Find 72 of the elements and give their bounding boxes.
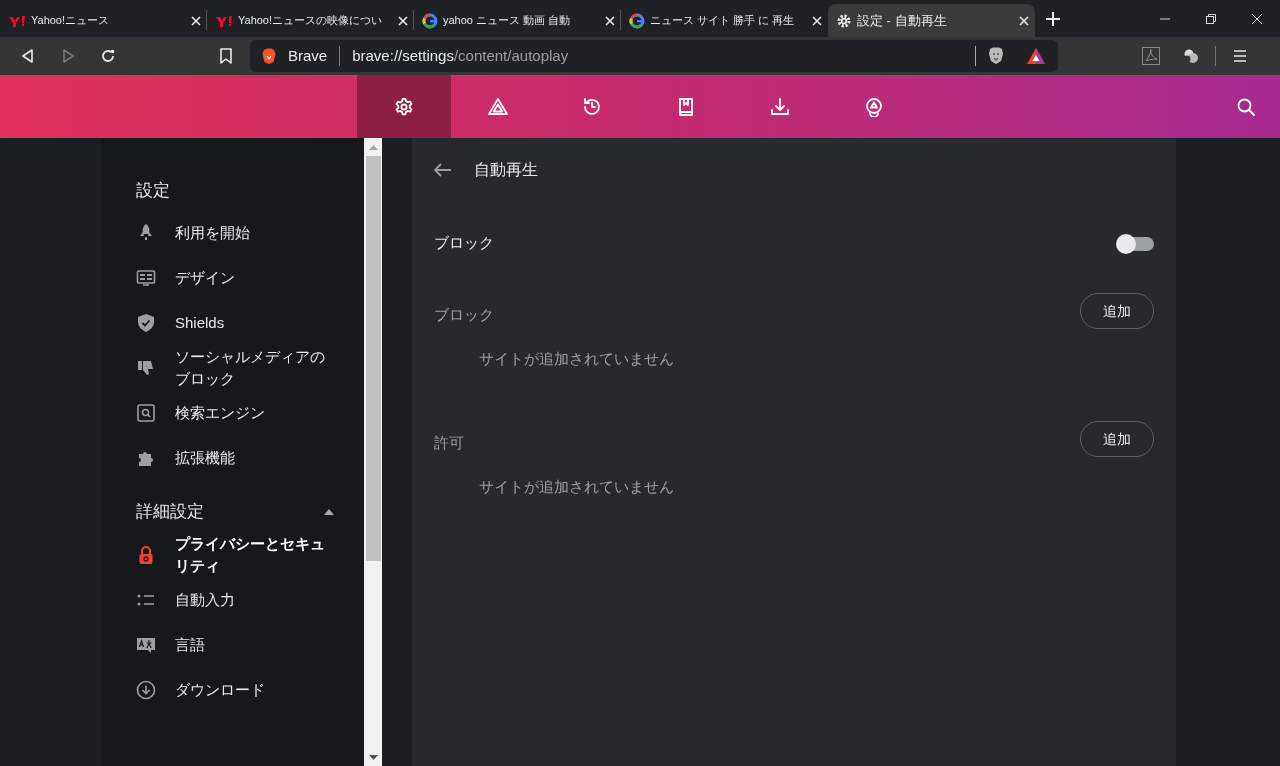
nav-tab[interactable] (357, 75, 451, 138)
wallet-icon (864, 96, 884, 117)
advanced-section-toggle[interactable]: 詳細設定 (136, 498, 334, 526)
pdf-icon[interactable] (1142, 47, 1160, 65)
close-icon[interactable] (605, 15, 615, 26)
browser-tab[interactable]: ニュース サイト 勝手 に 再生 (621, 4, 828, 37)
page-title: 自動再生 (474, 159, 538, 180)
sidebar-item[interactable]: ダウンロード (136, 667, 334, 712)
close-icon[interactable] (191, 15, 201, 26)
sidebar-item[interactable]: Shields (136, 300, 334, 345)
sidebar-item[interactable]: ソーシャルメディアのブロック (136, 345, 334, 390)
forward-icon[interactable] (60, 48, 76, 64)
sidebar-item[interactable]: 拡張機能 (136, 435, 334, 480)
shield-icon (136, 312, 156, 333)
menu-icon[interactable] (1232, 48, 1248, 64)
search-icon (136, 402, 156, 423)
address-bar[interactable]: Brave brave://settings/content/autoplay (250, 40, 1058, 72)
google-logo-icon (422, 12, 438, 29)
tab-title: Yahoo!ニュースの映像につい (238, 13, 383, 29)
scroll-down-icon[interactable] (368, 754, 378, 760)
triangle-icon (488, 96, 508, 117)
book-icon (676, 96, 696, 117)
back-icon[interactable] (20, 48, 36, 64)
sidebar-item[interactable]: デザイン (136, 255, 334, 300)
bookmark-icon[interactable] (218, 48, 234, 64)
gear-icon (836, 12, 852, 29)
empty-message: サイトが追加されていません (479, 350, 674, 367)
triangle-logo-icon[interactable] (1026, 47, 1046, 65)
site-label: Brave (288, 45, 328, 66)
yahoo-logo-icon (8, 14, 26, 27)
tab-title: 設定 - 自動再生 (857, 11, 947, 30)
toggle-switch[interactable] (1118, 236, 1154, 251)
setting-label: ブロック (434, 233, 494, 254)
tab-title: Yahoo!ニュース (31, 13, 110, 29)
restore-icon[interactable] (1206, 13, 1216, 24)
yahoo-logo-icon (215, 14, 233, 27)
list-heading: ブロック (434, 304, 494, 325)
sidebar-item[interactable]: 利用を開始 (136, 210, 334, 255)
empty-message: サイトが追加されていません (479, 478, 674, 495)
scrollbar-thumb[interactable] (365, 156, 381, 561)
reload-icon[interactable] (100, 48, 116, 64)
close-icon[interactable] (1019, 15, 1029, 26)
scrollbar[interactable] (364, 138, 382, 766)
balls-icon[interactable] (1182, 47, 1200, 65)
tab-title: yahoo ニュース 動画 自動 (443, 13, 571, 29)
lion-shield-icon[interactable] (988, 47, 1004, 65)
back-arrow-icon[interactable] (434, 162, 452, 177)
caret-icon (324, 509, 334, 515)
sidebar-item[interactable]: プライバシーとセキュリティ (136, 532, 334, 577)
browser-tab[interactable]: Yahoo!ニュースの映像につい (207, 4, 414, 37)
new-tab-icon[interactable] (1046, 11, 1060, 26)
sidebar-item[interactable]: 検索エンジン (136, 390, 334, 435)
gear-icon (394, 96, 414, 117)
lion-icon (262, 48, 276, 64)
history-icon (582, 96, 602, 117)
download-icon (770, 96, 790, 117)
close-icon[interactable] (1252, 13, 1262, 24)
sidebar-item[interactable]: 言語 (136, 622, 334, 667)
sidebar-heading: 設定 (136, 180, 171, 202)
browser-tab[interactable]: yahoo ニュース 動画 自動 (414, 4, 621, 37)
sidebar-item[interactable]: 自動入力 (136, 577, 334, 622)
browser-tab[interactable]: Yahoo!ニュース (0, 4, 207, 37)
url-text: brave://settings/content/autoplay (352, 45, 569, 66)
tab-title: ニュース サイト 勝手 に 再生 (650, 13, 795, 29)
display-icon (136, 267, 156, 288)
download-circle-icon (136, 679, 156, 700)
browser-tab[interactable]: 設定 - 自動再生 (828, 4, 1035, 37)
list-heading: 許可 (434, 432, 464, 453)
search-icon[interactable] (1236, 96, 1256, 117)
close-icon[interactable] (398, 15, 408, 26)
google-logo-icon (629, 12, 645, 29)
close-icon[interactable] (812, 15, 822, 26)
